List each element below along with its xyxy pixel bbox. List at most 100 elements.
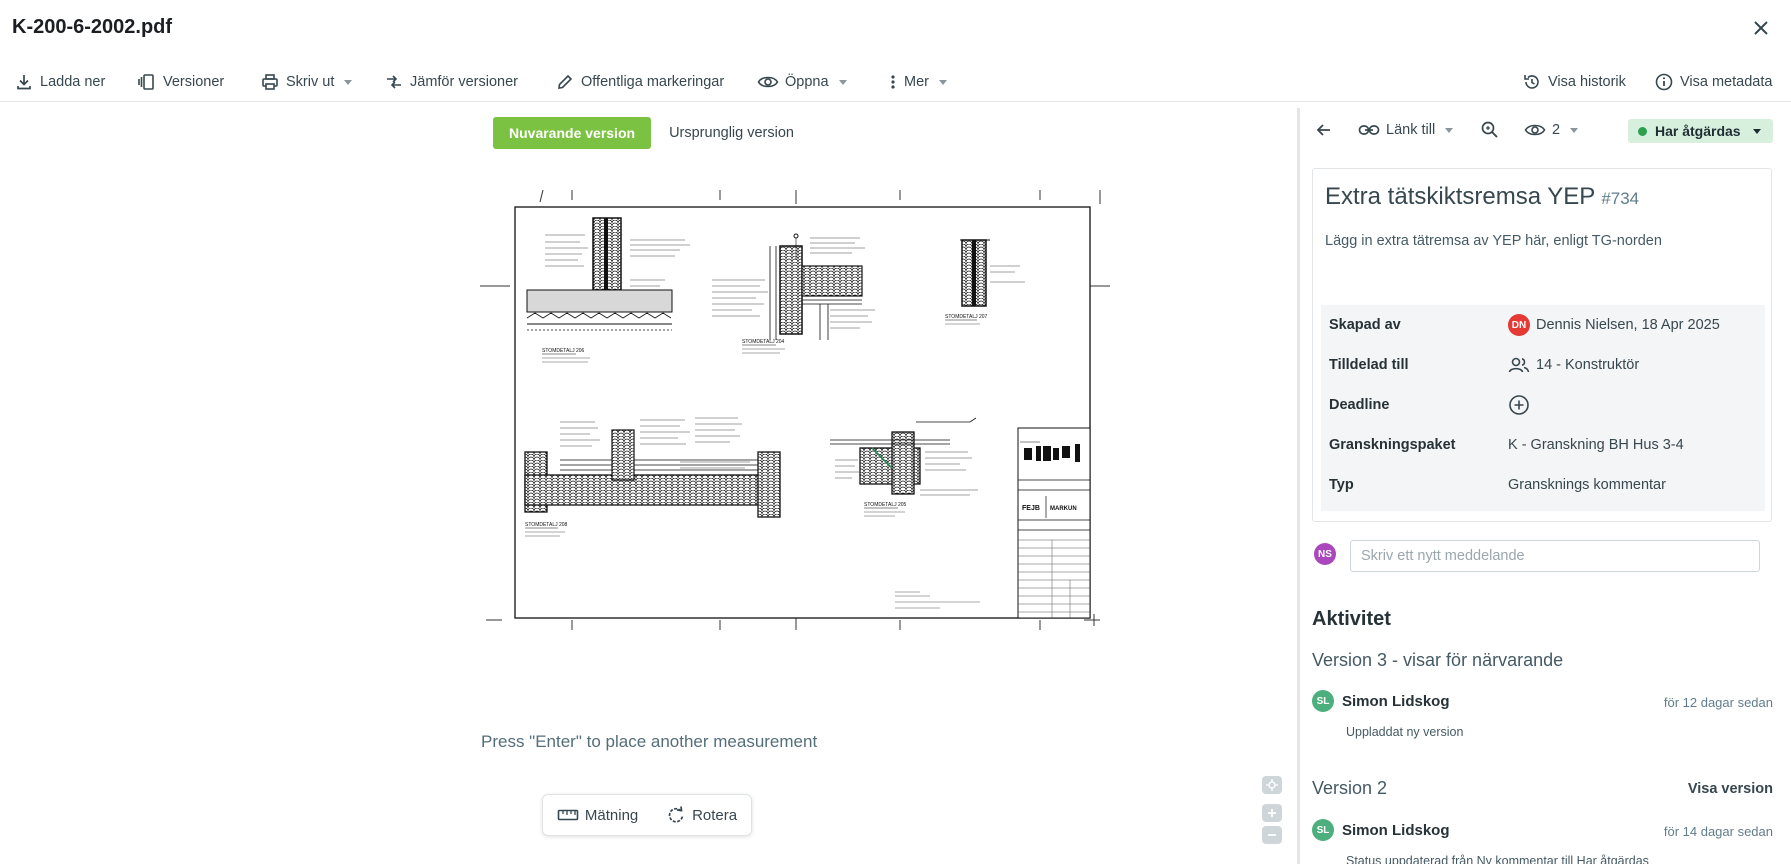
plus-icon bbox=[1268, 809, 1276, 817]
pencil-icon bbox=[558, 74, 573, 89]
type-value[interactable]: Gransknings kommentar bbox=[1508, 465, 1666, 505]
compare-versions-button[interactable]: Jämför versioner bbox=[384, 68, 518, 96]
prop-assigned-to[interactable]: Tilldelad till 14 - Konstruktör bbox=[1321, 345, 1765, 385]
avatar: SL bbox=[1312, 819, 1334, 841]
viewers-button[interactable]: 2 bbox=[1524, 118, 1579, 142]
versions-icon bbox=[138, 74, 154, 90]
prop-label: Granskningspaket bbox=[1329, 437, 1456, 453]
open-button[interactable]: Öppna bbox=[757, 68, 847, 96]
fit-view-button[interactable] bbox=[1262, 776, 1282, 794]
tool-bar: Mätning Rotera bbox=[542, 794, 752, 836]
link-icon bbox=[1358, 125, 1380, 135]
arrow-left-icon bbox=[1316, 124, 1330, 136]
prop-label: Tilldelad till bbox=[1329, 357, 1409, 373]
measure-button[interactable]: Mätning bbox=[557, 807, 638, 824]
compare-icon bbox=[387, 75, 401, 89]
prop-value: DN Dennis Nielsen, 18 Apr 2025 bbox=[1508, 305, 1720, 345]
public-markups-button[interactable]: Offentliga markeringar bbox=[555, 68, 724, 96]
version-tabs: Nuvarande version Ursprunglig version bbox=[493, 117, 812, 149]
svg-text:STOMDETALJ 207: STOMDETALJ 207 bbox=[945, 314, 988, 320]
add-circle-icon bbox=[1509, 395, 1529, 415]
rotate-label: Rotera bbox=[692, 806, 738, 824]
tab-current-version[interactable]: Nuvarande version bbox=[493, 117, 652, 149]
tab-original-version[interactable]: Ursprunglig version bbox=[651, 117, 812, 149]
close-icon bbox=[1754, 21, 1768, 35]
versions-label: Versioner bbox=[163, 74, 225, 90]
download-label: Ladda ner bbox=[40, 74, 106, 90]
svg-text:STOMDETALJ 204: STOMDETALJ 204 bbox=[742, 339, 785, 345]
compare-label: Jämför versioner bbox=[410, 74, 518, 90]
status-dropdown[interactable]: Har åtgärdas bbox=[1628, 119, 1773, 143]
prop-label: Skapad av bbox=[1329, 317, 1401, 333]
more-button[interactable]: Mer bbox=[888, 68, 947, 96]
chevron-down-icon bbox=[938, 79, 947, 85]
title-block: FEJB MARKUN bbox=[1017, 427, 1091, 619]
drawing-sheet[interactable]: STOMDETALJ 206 STOMDETALJ 204 STOMDETALJ… bbox=[480, 190, 1110, 630]
rotate-button[interactable]: Rotera bbox=[666, 805, 737, 825]
ruler-icon bbox=[557, 809, 579, 821]
link-to-button[interactable]: Länk till bbox=[1358, 118, 1454, 142]
document-viewer[interactable]: Nuvarande version Ursprunglig version ST… bbox=[0, 108, 1297, 864]
public-markups-label: Offentliga markeringar bbox=[581, 74, 725, 90]
prop-review-package[interactable]: Granskningspaket K - Granskning BH Hus 3… bbox=[1321, 425, 1765, 465]
chevron-down-icon bbox=[1752, 128, 1761, 134]
eye-icon bbox=[1524, 124, 1546, 136]
issue-card: Extra tätskiktsremsa YEP #734 Lägg in ext… bbox=[1312, 168, 1772, 522]
show-history-label: Visa historik bbox=[1548, 74, 1626, 90]
assigned-to-value: 14 - Konstruktör bbox=[1536, 357, 1640, 373]
issue-toolbar: Länk till 2 Har åtgärdas bbox=[1300, 108, 1791, 152]
open-label: Öppna bbox=[785, 74, 829, 90]
download-icon bbox=[17, 75, 31, 90]
info-icon bbox=[1655, 73, 1673, 91]
minus-icon bbox=[1268, 834, 1276, 836]
activity-entry-text: Uppladdat ny version bbox=[1346, 725, 1464, 739]
show-history-button[interactable]: Visa historik bbox=[1522, 68, 1626, 96]
chevron-down-icon bbox=[1445, 127, 1454, 133]
download-button[interactable]: Ladda ner bbox=[14, 68, 105, 96]
more-label: Mer bbox=[904, 74, 929, 90]
activity-entry-time: för 14 dagar sedan bbox=[1663, 824, 1773, 839]
zoom-to-issue-button[interactable] bbox=[1480, 118, 1500, 142]
review-package-value[interactable]: K - Granskning BH Hus 3-4 bbox=[1508, 425, 1684, 465]
document-toolbar: Ladda ner Versioner Skriv ut Jämför vers… bbox=[0, 62, 1791, 102]
user-name: Simon Lidskog bbox=[1342, 821, 1450, 839]
back-button[interactable] bbox=[1314, 118, 1334, 142]
prop-value[interactable]: 14 - Konstruktör bbox=[1508, 345, 1639, 385]
message-input[interactable] bbox=[1350, 540, 1760, 572]
show-metadata-button[interactable]: Visa metadata bbox=[1654, 68, 1772, 96]
status-label: Har åtgärdas bbox=[1655, 123, 1741, 139]
close-button[interactable] bbox=[1749, 16, 1773, 40]
zoom-icon bbox=[1481, 121, 1498, 138]
avatar: SL bbox=[1312, 690, 1334, 712]
measure-label: Mätning bbox=[584, 806, 639, 824]
prop-deadline: Deadline bbox=[1321, 385, 1765, 425]
svg-text:STOMDETALJ 208: STOMDETALJ 208 bbox=[525, 522, 568, 528]
rotate-icon bbox=[668, 806, 684, 823]
zoom-in-button[interactable] bbox=[1262, 804, 1282, 822]
viewers-count: 2 bbox=[1552, 122, 1561, 138]
issue-description: Lägg in extra tätremsa av YEP här, enlig… bbox=[1325, 233, 1662, 249]
chevron-down-icon bbox=[1570, 127, 1579, 133]
show-version-link[interactable]: Visa version bbox=[1688, 781, 1773, 797]
issue-panel: Länk till 2 Har åtgärdas Extra tätskikts… bbox=[1300, 108, 1791, 864]
prop-type[interactable]: Typ Gransknings kommentar bbox=[1321, 465, 1765, 505]
printer-icon bbox=[262, 74, 278, 90]
svg-text:STOMDETALJ 206: STOMDETALJ 206 bbox=[542, 348, 585, 354]
message-composer: NS bbox=[1314, 538, 1764, 572]
title-bar: K-200-6-2002.pdf bbox=[0, 0, 1791, 56]
print-label: Skriv ut bbox=[286, 74, 335, 90]
document-title: K-200-6-2002.pdf bbox=[12, 16, 173, 38]
print-button[interactable]: Skriv ut bbox=[260, 68, 353, 96]
activity-entry-user: SL Simon Lidskog bbox=[1312, 690, 1450, 712]
chevron-down-icon bbox=[344, 79, 353, 85]
avatar: NS bbox=[1314, 543, 1336, 565]
versions-button[interactable]: Versioner bbox=[137, 68, 224, 96]
zoom-out-button[interactable] bbox=[1262, 826, 1282, 844]
add-deadline-button[interactable] bbox=[1508, 385, 1530, 425]
issue-title: Extra tätskiktsremsa YEP #734 bbox=[1325, 183, 1639, 211]
activity-title: Aktivitet bbox=[1312, 608, 1391, 630]
version-3-heading: Version 3 - visar för närvarande bbox=[1312, 650, 1564, 670]
svg-text:FEJB: FEJB bbox=[1022, 505, 1040, 512]
svg-text:STOMDETALJ 205: STOMDETALJ 205 bbox=[864, 502, 907, 508]
crosshair-icon bbox=[1266, 779, 1278, 791]
